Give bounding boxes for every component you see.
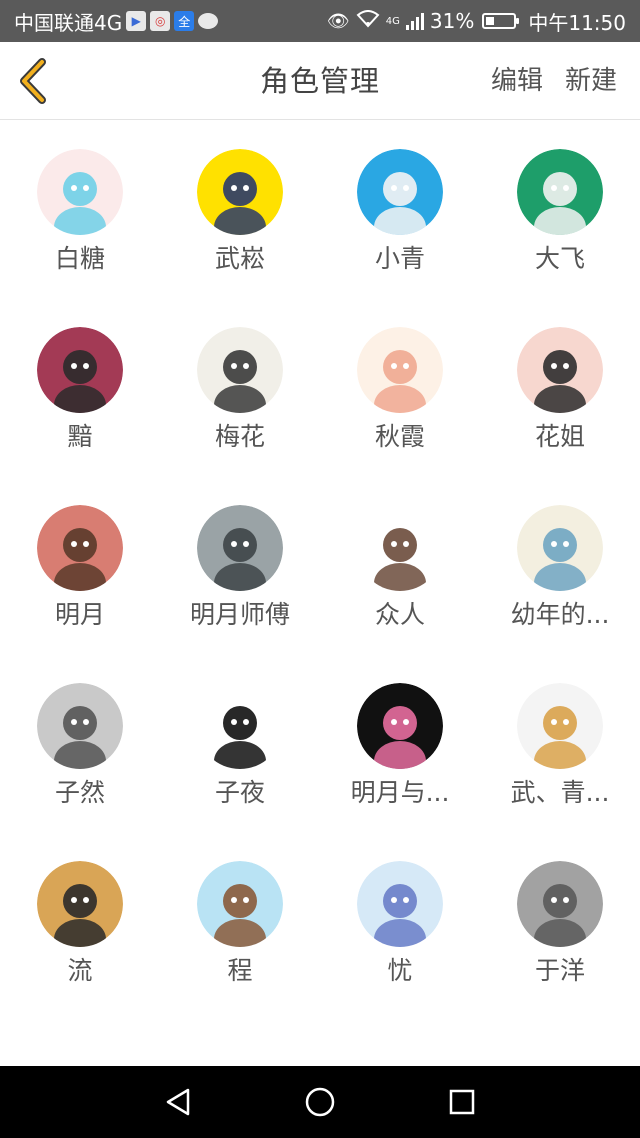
character-avatar — [517, 505, 603, 591]
character-avatar — [517, 327, 603, 413]
character-name: 众人 — [374, 600, 425, 629]
system-nav-bar — [0, 1066, 640, 1138]
character-name: 白糖 — [54, 244, 105, 273]
recents-square-icon — [449, 1089, 475, 1115]
character-item[interactable]: 黯 — [0, 299, 160, 477]
character-name: 黯 — [67, 422, 93, 451]
character-item[interactable]: 明月师傅 — [160, 477, 320, 655]
status-bar: 中国联通4G ▶ ◎ 全 👁 4G 31% 中午11:50 — [0, 0, 640, 42]
character-item[interactable]: 白糖 — [0, 121, 160, 299]
character-item[interactable]: 秋霞 — [320, 299, 480, 477]
back-triangle-button[interactable] — [160, 1084, 196, 1120]
character-avatar — [197, 327, 283, 413]
battery-percent: 31% — [429, 9, 475, 33]
character-name: 武崧 — [214, 244, 265, 273]
character-avatar — [517, 683, 603, 769]
clock: 中午11:50 — [528, 10, 626, 35]
character-avatar — [197, 683, 283, 769]
back-triangle-icon — [166, 1088, 190, 1116]
character-name: 流 — [67, 956, 93, 985]
character-name: 花姐 — [534, 422, 585, 451]
battery-icon — [482, 13, 520, 29]
character-name: 梅花 — [214, 422, 265, 451]
character-grid: 白糖 武崧 小青 大飞黯 梅花 秋霞 花姐明月 明月师傅 众人 幼年的... 子然 子夜 明月与... 武… — [0, 121, 640, 1011]
character-name: 子然 — [54, 778, 105, 807]
character-name: 明月 — [54, 600, 105, 629]
page-title: 角色管理 — [259, 64, 380, 98]
character-item[interactable]: 大飞 — [480, 121, 640, 299]
quanmin-app-icon: 全 — [174, 11, 195, 31]
character-avatar — [197, 505, 283, 591]
character-item[interactable]: 明月与... — [320, 655, 480, 833]
character-name: 程 — [227, 956, 253, 985]
character-name: 秋霞 — [374, 422, 425, 451]
character-item[interactable]: 明月 — [0, 477, 160, 655]
character-item[interactable]: 武崧 — [160, 121, 320, 299]
character-item[interactable]: 子夜 — [160, 655, 320, 833]
character-name: 武、青... — [510, 778, 610, 807]
character-name: 明月与... — [350, 778, 450, 807]
character-avatar — [197, 149, 283, 235]
character-item[interactable]: 花姐 — [480, 299, 640, 477]
signal-icon — [405, 12, 424, 30]
recents-button[interactable] — [444, 1084, 480, 1120]
home-button[interactable] — [302, 1084, 338, 1120]
character-item[interactable]: 众人 — [320, 477, 480, 655]
character-avatar — [357, 149, 443, 235]
video-app-icon: ▶ — [126, 11, 147, 31]
character-item[interactable]: 小青 — [320, 121, 480, 299]
character-name: 幼年的... — [510, 600, 610, 629]
eye-icon: 👁 — [326, 10, 350, 32]
character-avatar — [37, 327, 123, 413]
character-avatar — [517, 861, 603, 947]
character-avatar — [37, 149, 123, 235]
character-name: 忧 — [387, 956, 413, 985]
battery-fill — [486, 17, 495, 25]
character-item[interactable]: 流 — [0, 833, 160, 1011]
character-name: 子夜 — [214, 778, 265, 807]
character-item[interactable]: 武、青... — [480, 655, 640, 833]
character-item[interactable]: 忧 — [320, 833, 480, 1011]
character-avatar — [357, 861, 443, 947]
character-name: 明月师傅 — [189, 600, 290, 629]
character-avatar — [517, 149, 603, 235]
new-button[interactable]: 新建 — [565, 42, 617, 120]
carrier-text: 中国联通4G — [14, 10, 123, 35]
character-avatar — [37, 683, 123, 769]
character-avatar — [197, 861, 283, 947]
browser-app-icon: ◎ — [150, 11, 171, 31]
status-right: 👁 4G 31% 中午11:50 — [327, 7, 626, 36]
character-item[interactable]: 程 — [160, 833, 320, 1011]
character-name: 大飞 — [534, 244, 585, 273]
character-avatar — [357, 683, 443, 769]
home-circle-icon — [305, 1087, 335, 1117]
character-item[interactable]: 幼年的... — [480, 477, 640, 655]
nav-bar: 角色管理 编辑 新建 — [0, 42, 640, 120]
character-avatar — [37, 505, 123, 591]
character-item[interactable]: 子然 — [0, 655, 160, 833]
character-name: 于洋 — [534, 956, 585, 985]
character-avatar — [357, 505, 443, 591]
character-item[interactable]: 梅花 — [160, 299, 320, 477]
wifi-icon — [356, 9, 380, 33]
character-avatar — [37, 861, 123, 947]
character-avatar — [357, 327, 443, 413]
status-left: 中国联通4G ▶ ◎ 全 — [14, 7, 327, 36]
character-name: 小青 — [374, 244, 425, 273]
character-item[interactable]: 于洋 — [480, 833, 640, 1011]
network-type-text: 4G — [385, 15, 400, 27]
edit-button[interactable]: 编辑 — [491, 42, 543, 120]
message-icon — [198, 13, 219, 29]
